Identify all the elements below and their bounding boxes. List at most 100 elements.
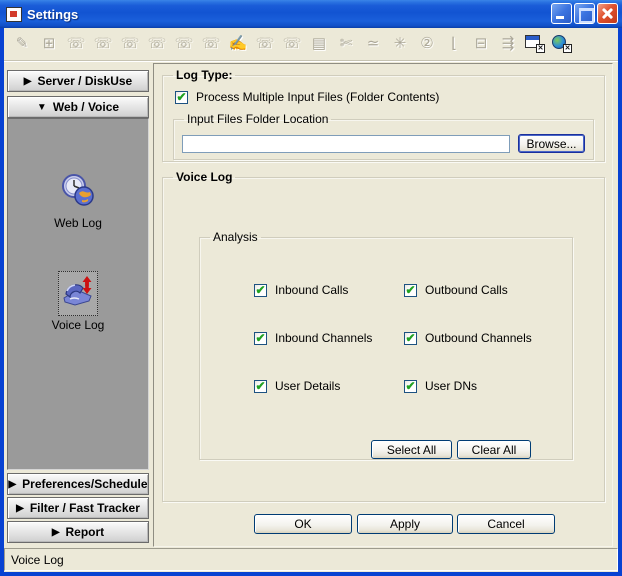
toolbar-icon-16: ②: [417, 34, 437, 54]
checkbox-box[interactable]: ✔: [254, 332, 267, 345]
checkbox-user-details[interactable]: ✔ User Details: [254, 376, 404, 396]
checkbox-label: Inbound Calls: [275, 283, 348, 297]
checkbox-outbound-channels[interactable]: ✔ Outbound Channels: [404, 328, 554, 348]
check-mark-icon: ✔: [255, 285, 265, 295]
cancel-button[interactable]: Cancel: [457, 514, 555, 534]
window-close-icon[interactable]: ✕: [525, 35, 545, 53]
checkbox-label: User DNs: [425, 379, 477, 393]
checkbox-label: Inbound Channels: [275, 331, 372, 345]
checkbox-inbound-channels[interactable]: ✔ Inbound Channels: [254, 328, 404, 348]
checkbox-label: User Details: [275, 379, 340, 393]
main-panel: Log Type: ✔ Process Multiple Input Files…: [153, 63, 613, 547]
process-multiple-label: Process Multiple Input Files (Folder Con…: [196, 90, 439, 104]
toolbar-icon-14: ≃: [363, 34, 383, 54]
x-badge-icon: ✕: [563, 44, 572, 53]
chevron-right-icon: ▶: [24, 76, 32, 87]
log-type-title: Log Type:: [173, 68, 235, 82]
process-multiple-checkbox[interactable]: ✔: [175, 91, 188, 104]
app-icon: [6, 7, 22, 22]
toolbar-icon-13: ✄: [336, 34, 356, 54]
checkbox-user-dns[interactable]: ✔ User DNs: [404, 376, 554, 396]
analysis-group: Analysis ✔ Inbound Calls ✔ Outbound Call…: [199, 230, 573, 460]
sidebar-section-filter-fast-tracker[interactable]: ▶ Filter / Fast Tracker: [7, 497, 149, 519]
sidebar-section-preferences-schedule[interactable]: ▶ Preferences/Schedule: [7, 473, 149, 495]
check-mark-icon: ✔: [405, 333, 415, 343]
apply-button[interactable]: Apply: [357, 514, 453, 534]
sidebar-section-web-voice[interactable]: ▼ Web / Voice: [7, 96, 149, 118]
sidebar-section-label: Server / DiskUse: [37, 74, 132, 88]
voice-log-label: Voice Log: [8, 318, 148, 332]
check-mark-icon: ✔: [405, 381, 415, 391]
browse-button[interactable]: Browse...: [518, 134, 585, 153]
analysis-title: Analysis: [210, 230, 261, 244]
toolbar-icon-4: ☏: [93, 34, 113, 54]
toolbar-icon-15: ✳: [390, 34, 410, 54]
status-text: Voice Log: [11, 553, 64, 567]
sidebar-item-voice-log[interactable]: Voice Log: [8, 271, 148, 332]
chevron-right-icon: ▶: [16, 503, 24, 514]
toolbar-icon-7: ☏: [174, 34, 194, 54]
chevron-right-icon: ▶: [8, 479, 16, 490]
x-badge-icon: ✕: [536, 44, 545, 53]
sidebar-item-web-log[interactable]: Web Log: [8, 171, 148, 230]
toolbar-icon-19: ⇶: [498, 34, 518, 54]
checkbox-label: Outbound Channels: [425, 331, 532, 345]
input-files-folder-group: Input Files Folder Location Browse...: [173, 112, 594, 160]
toolbar-icon-9: ✍: [228, 34, 248, 54]
toolbar-icon-5: ☏: [120, 34, 140, 54]
toolbar-icon-12: ▤: [309, 34, 329, 54]
check-mark-icon: ✔: [176, 92, 186, 102]
status-bar: Voice Log: [4, 548, 618, 571]
close-button[interactable]: [597, 3, 618, 24]
toolbar-icon-8: ☏: [201, 34, 221, 54]
sidebar: ▶ Server / DiskUse ▼ Web / Voice: [6, 70, 151, 548]
toolbar-icon-2: ⊞: [39, 34, 59, 54]
input-files-folder-title: Input Files Folder Location: [184, 112, 331, 126]
checkbox-box[interactable]: ✔: [254, 380, 267, 393]
web-close-icon[interactable]: ✕: [552, 35, 572, 53]
sidebar-section-label: Web / Voice: [53, 100, 119, 114]
toolbar-icon-3: ☏: [66, 34, 86, 54]
checkbox-inbound-calls[interactable]: ✔ Inbound Calls: [254, 280, 404, 300]
clear-all-button[interactable]: Clear All: [457, 440, 531, 459]
toolbar-icon-18: ⊟: [471, 34, 491, 54]
sidebar-section-label: Report: [66, 525, 105, 539]
checkbox-box[interactable]: ✔: [404, 284, 417, 297]
web-log-icon: [59, 171, 97, 214]
voice-log-title: Voice Log: [173, 170, 235, 184]
voice-log-icon: [58, 271, 98, 316]
checkbox-box[interactable]: ✔: [404, 332, 417, 345]
minimize-button[interactable]: [551, 3, 572, 24]
maximize-button[interactable]: [574, 3, 595, 24]
chevron-right-icon: ▶: [52, 527, 60, 538]
folder-location-input[interactable]: [182, 135, 510, 153]
titlebar: Settings: [0, 0, 622, 28]
toolbar-icon-10: ☏: [255, 34, 275, 54]
client-area: ✎ ⊞ ☏ ☏ ☏ ☏ ☏ ☏ ✍ ☏ ☏ ▤ ✄ ≃ ✳ ② ⌊ ⊟ ⇶ ✕: [4, 28, 618, 572]
check-mark-icon: ✔: [405, 285, 415, 295]
sidebar-panel: Web Log: [7, 118, 149, 470]
sidebar-section-server-diskuse[interactable]: ▶ Server / DiskUse: [7, 70, 149, 92]
toolbar-icon-6: ☏: [147, 34, 167, 54]
checkbox-label: Outbound Calls: [425, 283, 508, 297]
toolbar-icon-17: ⌊: [444, 34, 464, 54]
sidebar-section-report[interactable]: ▶ Report: [7, 521, 149, 543]
analysis-checkbox-grid: ✔ Inbound Calls ✔ Outbound Calls ✔ Inbou…: [254, 280, 554, 396]
window-title: Settings: [27, 7, 78, 22]
checkbox-box[interactable]: ✔: [404, 380, 417, 393]
select-all-button[interactable]: Select All: [371, 440, 452, 459]
toolbar: ✎ ⊞ ☏ ☏ ☏ ☏ ☏ ☏ ✍ ☏ ☏ ▤ ✄ ≃ ✳ ② ⌊ ⊟ ⇶ ✕: [4, 28, 618, 61]
web-log-label: Web Log: [8, 216, 148, 230]
check-mark-icon: ✔: [255, 333, 265, 343]
checkbox-box[interactable]: ✔: [254, 284, 267, 297]
check-mark-icon: ✔: [255, 381, 265, 391]
settings-window: Settings ✎ ⊞ ☏ ☏ ☏ ☏ ☏ ☏ ✍ ☏ ☏ ▤ ✄ ≃ ✳ ②…: [0, 0, 622, 576]
ok-button[interactable]: OK: [254, 514, 352, 534]
sidebar-section-label: Filter / Fast Tracker: [30, 501, 140, 515]
chevron-down-icon: ▼: [37, 102, 47, 113]
sidebar-section-label: Preferences/Schedule: [22, 477, 147, 491]
toolbar-icon-1: ✎: [12, 34, 32, 54]
voice-log-group: Voice Log Analysis ✔ Inbound Calls ✔ Out…: [162, 170, 605, 502]
checkbox-outbound-calls[interactable]: ✔ Outbound Calls: [404, 280, 554, 300]
toolbar-icon-11: ☏: [282, 34, 302, 54]
